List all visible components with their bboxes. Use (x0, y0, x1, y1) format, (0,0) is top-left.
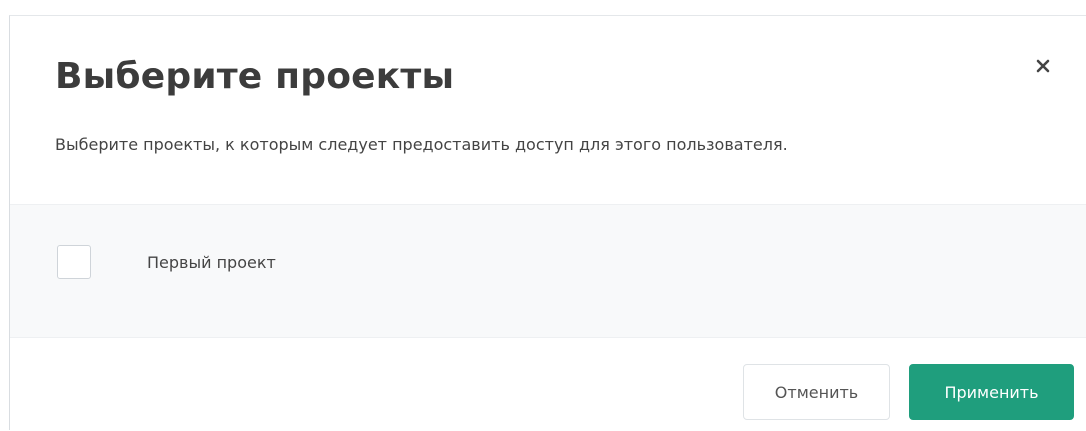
close-button[interactable] (1030, 53, 1056, 79)
modal-title: Выберите проекты (55, 56, 455, 97)
list-item[interactable]: Первый проект (57, 243, 276, 281)
apply-button[interactable]: Применить (909, 364, 1074, 420)
select-projects-modal: Выберите проекты Выберите проекты, к кот… (9, 15, 1086, 430)
modal-description: Выберите проекты, к которым следует пред… (55, 135, 788, 154)
project-label: Первый проект (147, 252, 276, 272)
project-list: Первый проект (10, 204, 1086, 338)
project-checkbox[interactable] (57, 245, 91, 279)
modal-footer: Отменить Применить (10, 338, 1086, 431)
cancel-button[interactable]: Отменить (743, 364, 890, 420)
close-icon (1036, 59, 1050, 73)
modal-header: Выберите проекты Выберите проекты, к кот… (10, 16, 1086, 204)
